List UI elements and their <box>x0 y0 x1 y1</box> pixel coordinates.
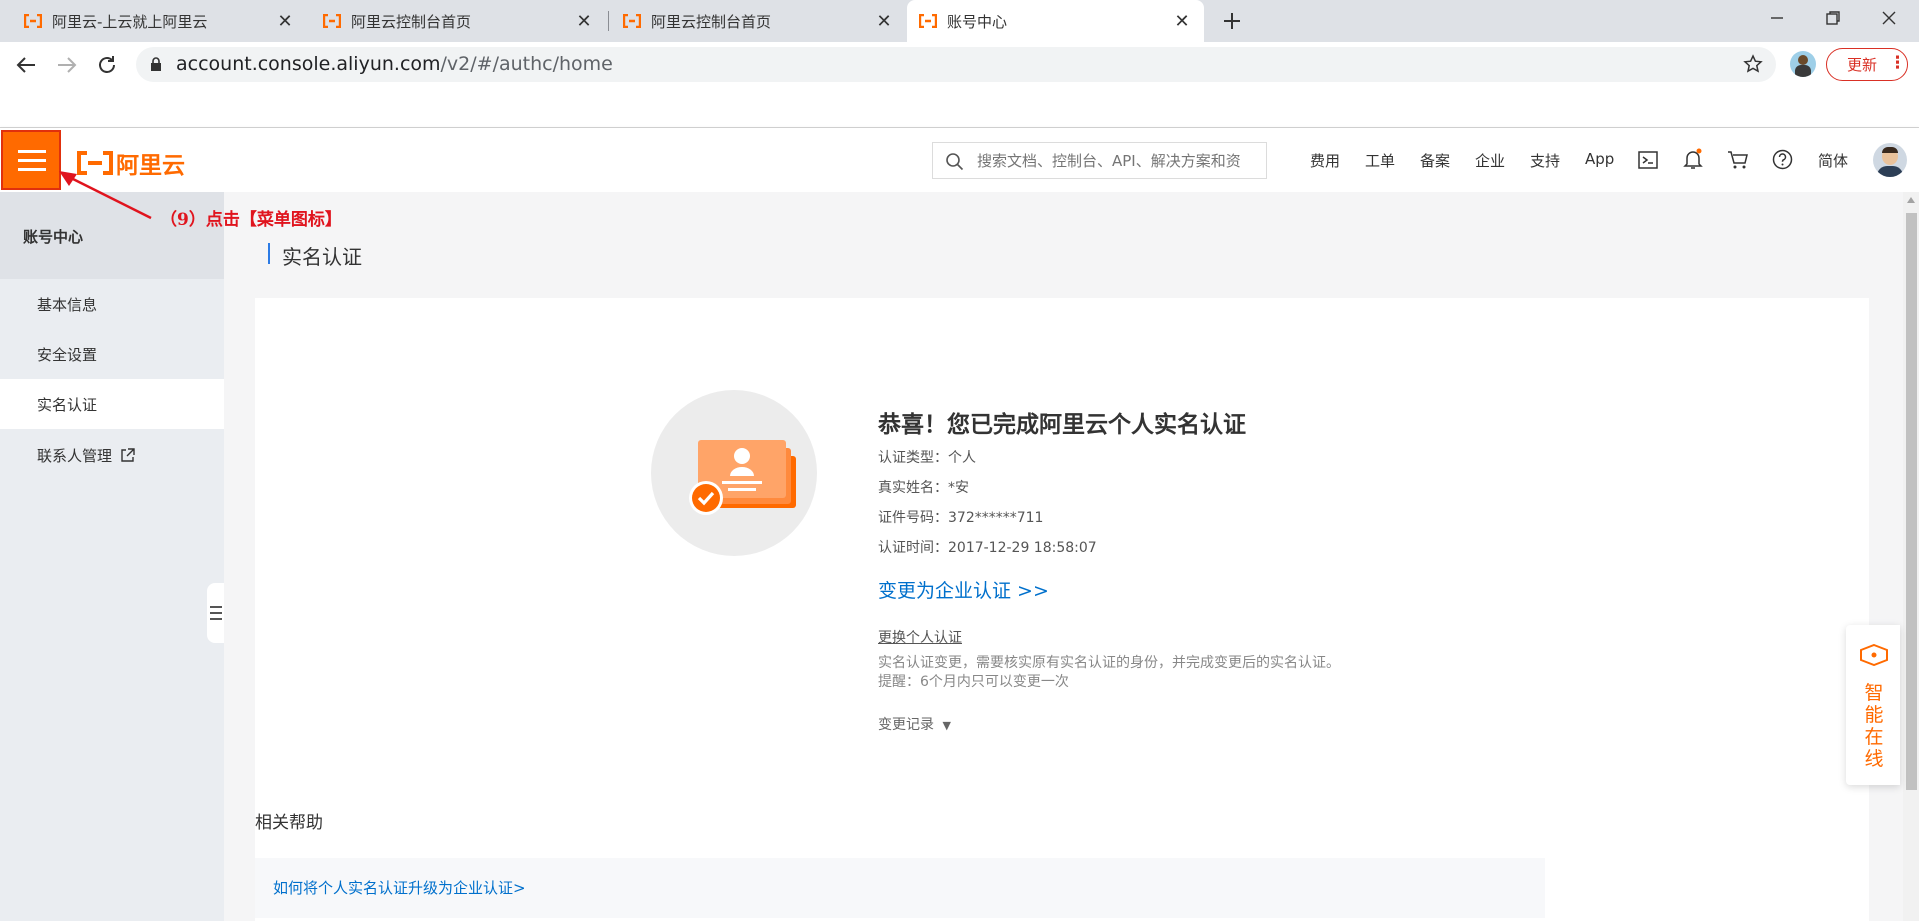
tab-label: 账号中心 <box>947 12 1008 31</box>
help-upgrade-link[interactable]: 如何将个人实名认证升级为企业认证> <box>273 877 526 898</box>
certification-card <box>255 298 1869 921</box>
menu-bar <box>18 150 46 153</box>
search-icon <box>946 153 964 171</box>
forward-icon[interactable] <box>56 55 78 75</box>
info-id-number: 证件号码：372******711 <box>878 510 1044 526</box>
assistant-label: 智能在线 <box>1864 682 1884 770</box>
change-reminder: 提醒：6个月内只可以变更一次 <box>878 674 1069 690</box>
page-title: 实名认证 <box>282 245 362 269</box>
nav-fees[interactable]: 费用 <box>1310 150 1340 171</box>
menu-bar <box>18 168 46 171</box>
profile-avatar[interactable] <box>1790 51 1816 77</box>
sidebar-item-contacts[interactable]: 联系人管理 <box>0 430 224 480</box>
info-cert-time: 认证时间：2017-12-29 18:58:07 <box>878 540 1097 556</box>
close-tab-icon[interactable]: ✕ <box>275 11 295 32</box>
aliyun-favicon-icon <box>24 14 42 28</box>
external-link-icon <box>121 447 135 462</box>
browser-tab-aliyun-home[interactable]: 阿里云-上云就上阿里云 ✕ <box>12 0 307 42</box>
collapse-icon <box>210 606 222 620</box>
browser-tab-account-center[interactable]: 账号中心 ✕ <box>907 0 1204 42</box>
search-input[interactable] <box>977 152 1262 170</box>
back-icon[interactable] <box>15 55 37 75</box>
change-personal-link[interactable]: 更换个人认证 <box>878 627 962 647</box>
help-icon[interactable] <box>1772 149 1793 170</box>
update-label: 更新 <box>1847 56 1878 74</box>
related-help-title: 相关帮助 <box>255 813 323 833</box>
id-card-verified-icon <box>689 440 796 515</box>
assistant-icon <box>1860 644 1888 666</box>
scroll-up-arrow-icon[interactable] <box>1906 196 1916 204</box>
sidebar-title: 账号中心 <box>23 228 84 246</box>
close-tab-icon[interactable]: ✕ <box>1172 11 1192 32</box>
shopping-cart-icon[interactable] <box>1727 150 1749 170</box>
annotation-text: （9）点击【菜单图标】 <box>160 210 342 230</box>
annotation-arrow <box>59 171 152 220</box>
terminal-icon[interactable] <box>1638 151 1658 169</box>
info-real-name: 真实姓名：*安 <box>878 480 969 496</box>
sidebar-item-label: 实名认证 <box>37 395 98 414</box>
tab-label: 阿里云-上云就上阿里云 <box>52 12 208 31</box>
menu-bar <box>18 159 46 162</box>
sidebar-item-label: 联系人管理 <box>37 446 113 465</box>
url-text[interactable]: account.console.aliyun.com/v2/#/authc/ho… <box>176 53 613 75</box>
sidebar-item-security[interactable]: 安全设置 <box>0 329 224 379</box>
section-title-bar <box>268 243 270 264</box>
new-tab-icon[interactable] <box>1222 11 1242 31</box>
aliyun-favicon-icon <box>623 14 641 28</box>
change-record-label: 变更记录 <box>878 717 934 733</box>
nav-enterprise[interactable]: 企业 <box>1475 150 1505 171</box>
nav-app[interactable]: App <box>1585 150 1614 168</box>
tab-separator <box>608 11 609 31</box>
reload-icon[interactable] <box>96 54 118 76</box>
minimize-window-icon[interactable] <box>1769 10 1785 26</box>
lock-icon[interactable] <box>150 57 162 72</box>
restore-window-icon[interactable] <box>1825 10 1841 26</box>
browser-tab-console-1[interactable]: 阿里云控制台首页 ✕ <box>311 0 606 42</box>
sidebar-collapse-handle[interactable] <box>207 583 224 643</box>
language-switch[interactable]: 简体 <box>1818 150 1848 171</box>
change-note: 实名认证变更，需要核实原有实名认证的身份，并完成变更后的实名认证。 <box>878 655 1340 671</box>
user-avatar[interactable] <box>1873 143 1907 177</box>
more-menu-icon[interactable]: ⋮ <box>1889 53 1906 73</box>
sidebar-item-real-name[interactable]: 实名认证 <box>0 379 224 429</box>
close-window-icon[interactable] <box>1881 10 1897 26</box>
change-record-toggle[interactable]: 变更记录 ▼ <box>878 714 951 734</box>
nav-icp-filing[interactable]: 备案 <box>1420 150 1450 171</box>
aliyun-favicon-icon <box>323 14 341 28</box>
sidebar-item-label: 基本信息 <box>37 295 98 314</box>
bookmark-star-icon[interactable] <box>1743 54 1763 74</box>
sidebar-item-label: 安全设置 <box>37 345 98 364</box>
tab-label: 阿里云控制台首页 <box>651 12 772 31</box>
caret-down-icon: ▼ <box>942 719 951 732</box>
nav-support[interactable]: 支持 <box>1530 150 1560 171</box>
sidebar-item-basic-info[interactable]: 基本信息 <box>0 279 224 329</box>
notification-bell-icon[interactable] <box>1683 148 1703 170</box>
success-title: 恭喜！您已完成阿里云个人实名认证 <box>878 412 1246 438</box>
verified-illustration <box>651 390 817 556</box>
info-cert-type: 认证类型：个人 <box>878 450 976 466</box>
scrollbar-thumb[interactable] <box>1906 213 1917 790</box>
search-box[interactable] <box>932 142 1267 179</box>
menu-button[interactable] <box>1 130 61 190</box>
close-tab-icon[interactable]: ✕ <box>574 11 594 32</box>
nav-tickets[interactable]: 工单 <box>1365 150 1395 171</box>
close-tab-icon[interactable]: ✕ <box>874 11 894 32</box>
browser-tab-console-2[interactable]: 阿里云控制台首页 ✕ <box>611 0 906 42</box>
aliyun-favicon-icon <box>919 14 937 28</box>
tab-label: 阿里云控制台首页 <box>351 12 472 31</box>
switch-to-enterprise-link[interactable]: 变更为企业认证 >> <box>878 576 1049 603</box>
update-button[interactable]: 更新 ⋮ <box>1826 48 1908 81</box>
